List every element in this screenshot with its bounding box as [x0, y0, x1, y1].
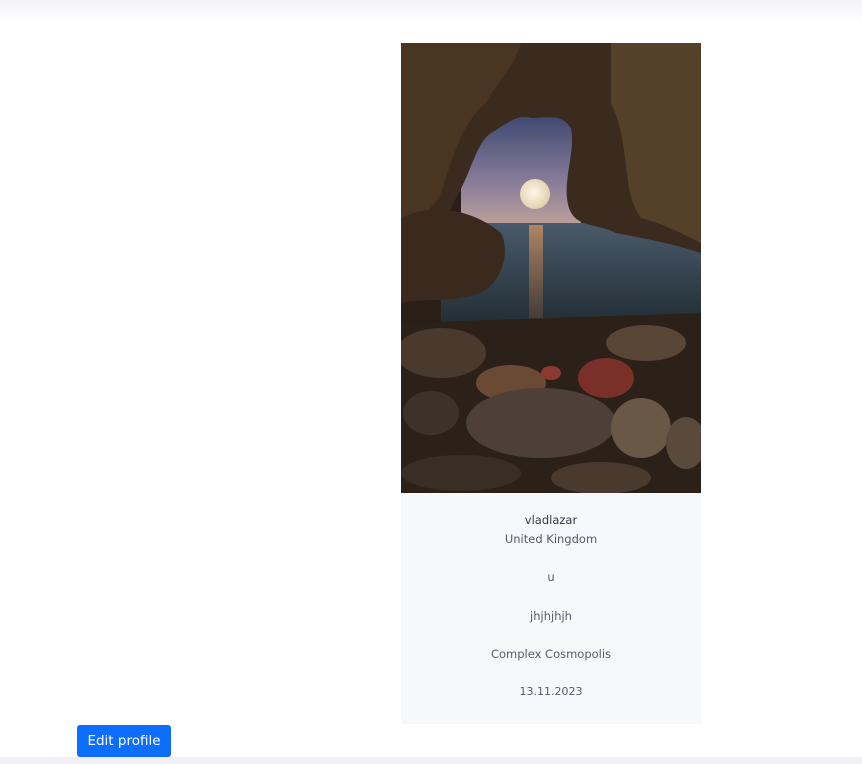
profile-card: vladlazar United Kingdom u jhjhjhjh Comp…: [401, 43, 701, 724]
edit-profile-button[interactable]: Edit profile: [77, 725, 171, 757]
country: United Kingdom: [504, 532, 598, 546]
top-bar-shadow: [0, 0, 862, 22]
username: vladlazar: [524, 513, 578, 527]
profile-field-1: u: [547, 570, 555, 584]
profile-photo: [401, 43, 701, 493]
bottom-strip: [0, 757, 862, 764]
profile-date: 13.11.2023: [519, 685, 583, 698]
profile-field-3: Complex Cosmopolis: [490, 647, 612, 661]
profile-field-2: jhjhjhjh: [530, 609, 572, 623]
